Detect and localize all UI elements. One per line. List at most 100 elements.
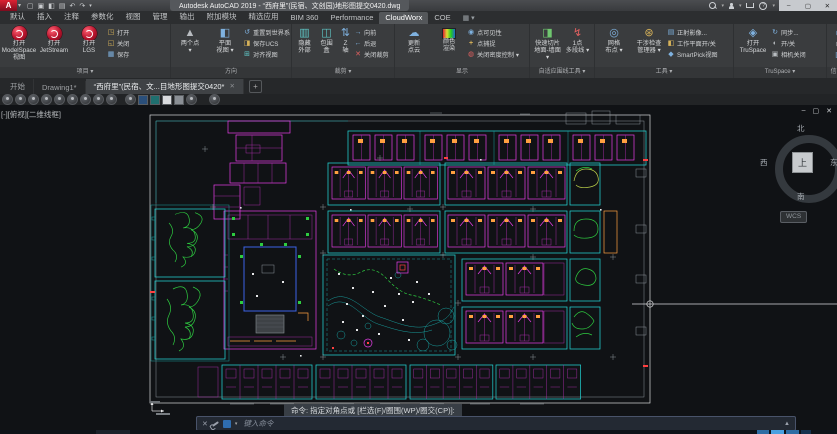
open-lgs-button[interactable]: 打开 LGS	[72, 25, 106, 55]
drawing-restore-button[interactable]: ▢	[813, 107, 820, 115]
one-point-polyline-button[interactable]: ↯ 1点 多段线 ▾	[564, 25, 591, 55]
new-drawing-tab-button[interactable]: +	[249, 80, 262, 93]
close-crop-button[interactable]: ✕ 关闭裁剪	[354, 49, 389, 59]
panel-label-adaptive-boundary[interactable]: 自适应围线工具 ▾	[530, 67, 594, 78]
quick-slice-button[interactable]: ◨ 快速切片 地面-墙面 ▾	[532, 25, 563, 61]
viewport-controls[interactable]: [-][俯视][二维线框]	[1, 109, 61, 120]
viewcube-west[interactable]: 西	[760, 157, 768, 168]
search-caret-icon[interactable]: ▾	[721, 3, 724, 9]
status-chip[interactable]	[801, 430, 811, 434]
tab-performance[interactable]: Performance	[324, 12, 379, 24]
app-menu-button[interactable]: A	[0, 0, 17, 11]
open-jetstream-button[interactable]: 打开 JetStream	[37, 25, 71, 55]
plugin-orb-button[interactable]	[54, 94, 65, 105]
app-menu-caret-icon[interactable]: ▾	[18, 2, 21, 9]
density-control-button[interactable]: ◍ 关闭密度控制 ▾	[467, 49, 519, 59]
expand-history-button[interactable]: ▲	[784, 421, 790, 427]
status-chip[interactable]	[380, 430, 430, 434]
plugin-orb-button[interactable]	[209, 94, 220, 105]
plugin-square-button[interactable]	[162, 95, 172, 105]
smartpick-view-button[interactable]: ◆ SmartPick视图	[667, 49, 718, 59]
panel-label-display[interactable]: 显示	[395, 67, 529, 78]
maximize-button[interactable]: ▢	[798, 0, 817, 11]
update-point-cloud-button[interactable]: ☁ 更新 点云	[397, 25, 431, 55]
sign-in-caret-icon[interactable]: ▾	[739, 3, 742, 9]
workplane-toggle-button[interactable]: ◧ 工作平面开/关	[667, 38, 718, 48]
truspace-sync-button[interactable]: ↻ 同步...	[771, 27, 806, 37]
plugin-orb-button[interactable]	[106, 94, 117, 105]
align-view-button[interactable]: ⊞ 对齐视图	[243, 49, 290, 59]
status-chip[interactable]	[757, 430, 769, 434]
redo-icon[interactable]: ↷	[79, 2, 85, 10]
help-icon[interactable]: ?	[759, 2, 767, 10]
color-render-button[interactable]: 颜色 渲染	[432, 25, 466, 53]
clash-manager-button[interactable]: ⊛ 干涉检查 管理器 ▾	[632, 25, 666, 55]
status-chip[interactable]	[786, 430, 799, 434]
viewcube-south[interactable]: 南	[797, 191, 805, 202]
tab-manage[interactable]: 管理	[147, 10, 174, 24]
open-truspace-button[interactable]: ◈ 打开 TruSpace	[736, 25, 770, 55]
bounding-box-button[interactable]: ◫ 包围 盒	[316, 25, 337, 55]
plugin-orb-button[interactable]	[2, 94, 13, 105]
plugin-orb-button[interactable]	[28, 94, 39, 105]
command-icon[interactable]	[223, 420, 231, 428]
drawing-close-button[interactable]: ✕	[826, 107, 832, 115]
close-project-button[interactable]: ◱ 关闭	[107, 38, 129, 48]
hide-outside-button[interactable]: ▥ 隐藏 外部	[294, 25, 315, 55]
panel-label-project[interactable]: 项目 ▾	[0, 67, 170, 78]
tab-view[interactable]: 视图	[120, 10, 147, 24]
drawing-minimize-button[interactable]: –	[802, 107, 806, 115]
plot-icon[interactable]: ▤	[59, 2, 66, 10]
file-tab-xifuli[interactable]: “西府里”(民宿、文...目地形图提交0420* ✕	[86, 79, 244, 95]
search-icon[interactable]	[709, 2, 716, 9]
close-button[interactable]: ✕	[818, 0, 837, 11]
app-store-cart-icon[interactable]	[746, 3, 754, 8]
model-space-canvas[interactable]: [-][俯视][二维线框] – ▢ ✕	[0, 105, 837, 430]
plugin-square-button[interactable]	[138, 95, 148, 105]
open-project-button[interactable]: ◳ 打开	[107, 27, 129, 37]
plugin-orb-button[interactable]	[41, 94, 52, 105]
panel-label-orientation[interactable]: 方向	[171, 67, 291, 78]
plan-view-button[interactable]: ◧ 平面 视图 ▾	[208, 25, 242, 55]
panel-label-info[interactable]: 信息 ▾	[827, 67, 837, 78]
plugin-orb-button[interactable]	[93, 94, 104, 105]
status-chip[interactable]	[771, 430, 784, 434]
qat-dropdown-icon[interactable]: ▾	[89, 3, 92, 9]
two-points-button[interactable]: ▲ 两个点 ▾	[173, 25, 207, 55]
tab-cloudworx[interactable]: CloudWorx	[379, 12, 428, 24]
undo-icon[interactable]: ↶	[70, 2, 76, 10]
crop-forward-button[interactable]: → 向前	[354, 27, 389, 37]
crop-back-button[interactable]: ← 后退	[354, 38, 389, 48]
command-line[interactable]: ✕ ▾ ▲	[196, 416, 796, 430]
tab-parametric[interactable]: 参数化	[85, 10, 120, 24]
tab-annotate[interactable]: 注释	[58, 10, 85, 24]
viewcube-north[interactable]: 北	[797, 123, 805, 134]
plugin-square-button[interactable]	[174, 95, 184, 105]
command-input[interactable]	[241, 418, 780, 429]
open-file-icon[interactable]: ▣	[38, 2, 45, 10]
close-command-icon[interactable]: ✕	[202, 420, 208, 428]
viewcube[interactable]: 北 西 东 南 上 WCS	[752, 119, 837, 229]
plugin-orb-button[interactable]	[80, 94, 91, 105]
command-caret-icon[interactable]: ▾	[235, 421, 238, 427]
plugin-orb-button[interactable]	[125, 94, 136, 105]
panel-label-truspace[interactable]: TruSpace ▾	[734, 67, 826, 78]
file-tab-drawing1[interactable]: Drawing1*	[34, 81, 86, 95]
viewcube-east[interactable]: 东	[830, 157, 837, 168]
tab-default[interactable]: 默认	[4, 10, 31, 24]
reset-to-world-button[interactable]: ↺ 重置到世界系	[243, 27, 290, 37]
z-axis-button[interactable]: ⇅ Z 轴	[338, 25, 353, 55]
file-tab-start[interactable]: 开始	[2, 79, 34, 95]
panel-label-tools[interactable]: 工具 ▾	[595, 67, 733, 78]
save-ucs-button[interactable]: ◨ 保存UCS	[243, 38, 290, 48]
wrench-customize-icon[interactable]	[212, 421, 219, 427]
ortho-image-button[interactable]: ▤ 正射影像...	[667, 27, 718, 37]
plugin-orb-button[interactable]	[186, 94, 197, 105]
panel-label-crop[interactable]: 裁剪 ▾	[292, 67, 394, 78]
plugin-orb-button[interactable]	[15, 94, 26, 105]
help-caret-icon[interactable]: ▾	[772, 3, 775, 9]
ribbon-overflow-icon[interactable]: ▦ ▾	[457, 14, 481, 24]
tab-bim360[interactable]: BIM 360	[285, 12, 325, 24]
wcs-menu[interactable]: WCS	[780, 211, 807, 223]
plugin-orb-button[interactable]	[67, 94, 78, 105]
